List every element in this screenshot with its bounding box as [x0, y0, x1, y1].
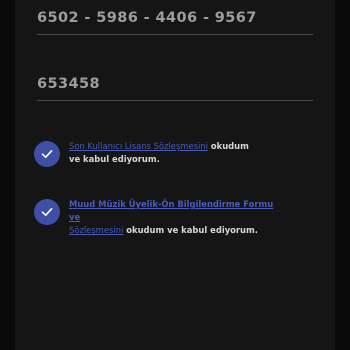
membership-agreement-checkbox[interactable] [34, 199, 60, 225]
card-number-value: 6502 - 5986 - 4406 - 9567 [37, 10, 257, 26]
check-icon [41, 150, 53, 158]
license-agreement-checkbox[interactable] [34, 141, 60, 167]
check-icon [41, 208, 53, 216]
membership-agreement-suffix: okudum ve kabul ediyorum. [123, 225, 258, 236]
membership-agreement-link-line2[interactable]: Sözleşmesini [69, 225, 123, 235]
license-agreement-line2: ve kabul ediyorum. [69, 154, 160, 165]
form-panel: 6502 - 5986 - 4406 - 9567 653458 Son Kul… [15, 0, 335, 350]
verification-code-value: 653458 [37, 76, 100, 92]
license-agreement-suffix: okudum [207, 141, 249, 151]
membership-agreement-text: Muud Müzik Üyelik-Ön Bilgilendirme Formu… [69, 198, 284, 238]
membership-agreement-link-line1[interactable]: Muud Müzik Üyelik-Ön Bilgilendirme Formu… [69, 199, 273, 222]
license-agreement-link[interactable]: Son Kullanıcı Lisans Sözleşmesini [69, 141, 208, 151]
license-agreement-text: Son Kullanıcı Lisans Sözleşmesini okudum… [69, 140, 284, 166]
card-number-field[interactable]: 6502 - 5986 - 4406 - 9567 [37, 8, 313, 35]
screen: 6502 - 5986 - 4406 - 9567 653458 Son Kul… [0, 0, 350, 350]
verification-code-field[interactable]: 653458 [37, 74, 313, 101]
